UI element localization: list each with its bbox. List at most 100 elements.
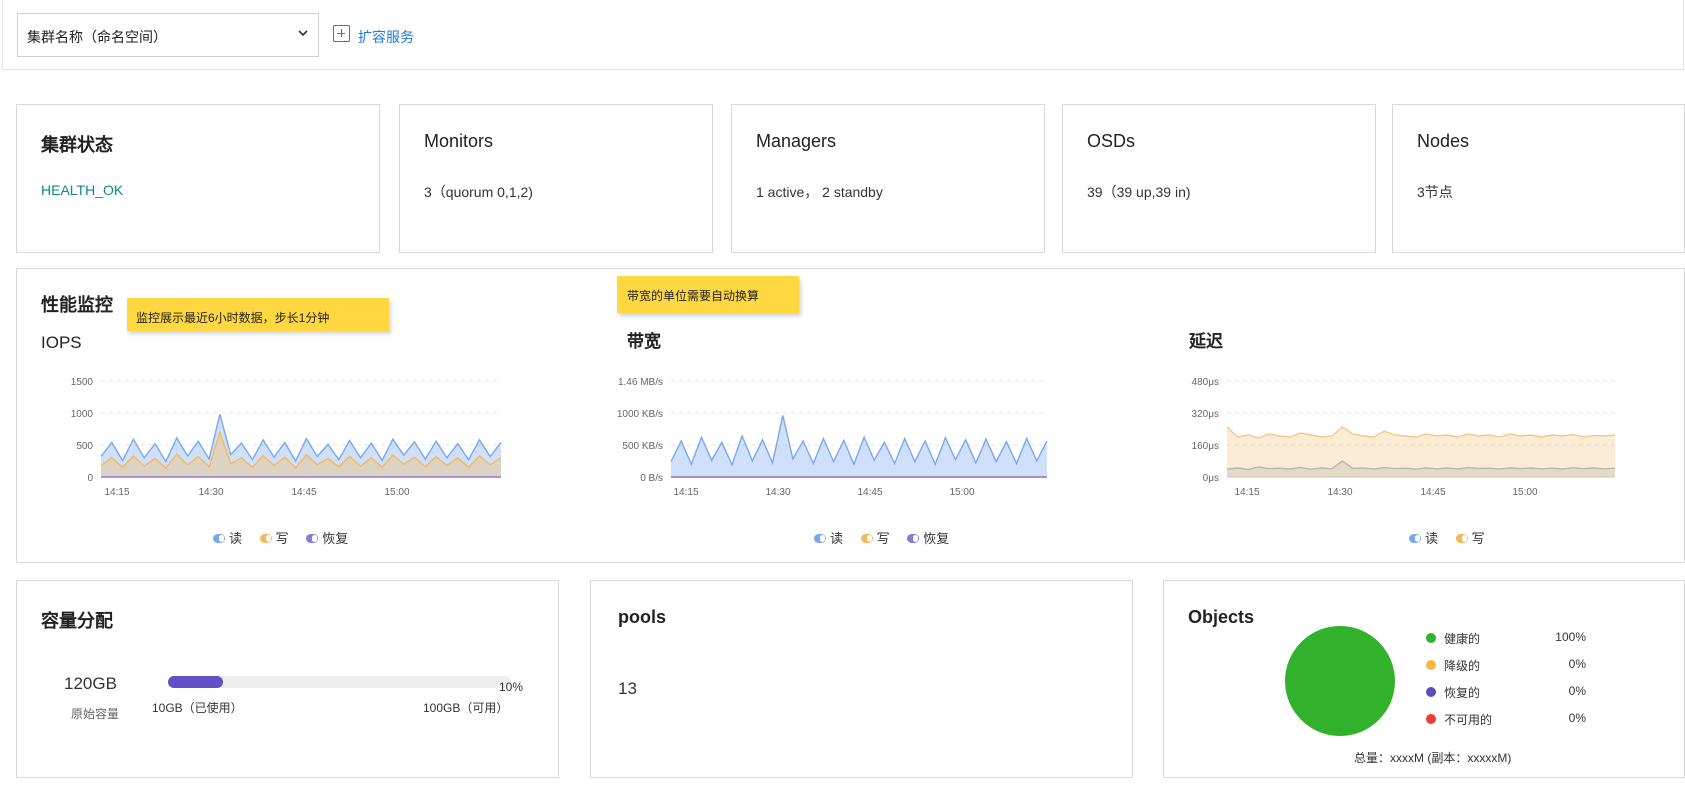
objects-title: Objects [1188,607,1255,627]
legend-item[interactable]: 恢复 [306,528,348,547]
capacity-used-label: 10GB（已使用） [152,701,243,715]
plus-square-icon [333,25,350,42]
sticky-note-text: 监控展示最近6小时数据，步长1分钟 [136,311,330,325]
objects-total: 总量：xxxxM (副本：xxxxxM) [1354,751,1512,765]
legend-item[interactable]: 恢复 [907,528,949,547]
capacity-available-label: 100GB（可用） [423,701,509,715]
capacity-title: 容量分配 [41,611,113,631]
pools-panel: pools 13 [590,580,1133,778]
chart-title-latency: 延迟 [1189,332,1223,351]
x-tick-label: 14:30 [765,487,790,498]
x-tick-label: 15:00 [1512,487,1537,498]
card-osds: OSDs 39（39 up,39 in) [1062,104,1376,253]
legend-write-icon [860,534,873,543]
legend-label: 不可用的 [1444,713,1493,727]
card-title: Monitors [424,131,494,151]
card-value: 3（quorum 0,1,2) [424,184,533,200]
expand-service-label: 扩容服务 [358,29,414,45]
legend-dot-icon [1426,714,1436,724]
y-tick-label: 0 [87,473,93,484]
bandwidth-legend: 读 写 恢复 [814,528,963,547]
sticky-note-monitor: 监控展示最近6小时数据，步长1分钟 [127,298,389,331]
legend-item[interactable]: 写 [1455,528,1485,547]
objects-legend: 健康的 100% 降级的 0% 恢复的 0% 不可用的 0% [1426,630,1586,738]
series-area [671,415,1047,477]
capacity-total-label: 原始容量 [71,707,120,721]
y-tick-label: 1000 KB/s [617,409,663,420]
card-managers: Managers 1 active， 2 standby [731,104,1045,253]
card-value: 1 active， 2 standby [756,184,883,200]
legend-row: 恢复的 0% [1426,684,1586,711]
y-tick-label: 500 KB/s [622,441,663,452]
card-monitors: Monitors 3（quorum 0,1,2) [399,104,713,253]
y-tick-label: 160μs [1192,441,1219,452]
x-tick-label: 15:00 [384,487,409,498]
legend-row: 不可用的 0% [1426,711,1586,738]
legend-row: 健康的 100% [1426,630,1586,657]
x-tick-label: 15:00 [949,487,974,498]
cluster-select-value: 集群名称（命名空间） [27,29,167,45]
legend-label: 写 [275,531,289,546]
series-area [1227,427,1615,477]
x-tick-label: 14:45 [291,487,316,498]
legend-item[interactable]: 读 [213,528,242,547]
x-tick-label: 14:45 [1420,487,1445,498]
legend-item[interactable]: 读 [814,528,843,547]
legend-label: 读 [1425,531,1439,546]
legend-item[interactable]: 读 [1409,528,1438,547]
chart-title-bandwidth: 带宽 [627,332,661,351]
legend-read-icon [814,534,826,543]
legend-label: 写 [876,531,890,546]
sticky-note-text: 带宽的单位需要自动换算 [627,289,760,303]
x-tick-label: 14:30 [198,487,223,498]
capacity-progress-fill [168,676,223,688]
card-nodes: Nodes 3节点 [1392,104,1685,253]
legend-item[interactable]: 写 [860,528,890,547]
card-cluster-status: 集群状态 HEALTH_OK [16,104,380,253]
card-value: 39（39 up,39 in) [1087,184,1191,200]
objects-panel: Objects 健康的 100% 降级的 0% 恢复的 0% 不可用的 0% 总量：xx… [1163,580,1685,778]
latency-chart: 480μs 320μs 160μs 0μs 14:15 14:30 14:45 15:00 [1192,377,1616,498]
capacity-progress-bar [168,676,511,688]
legend-dot-icon [1426,687,1436,697]
legend-write-icon [1455,534,1468,543]
legend-label: 健康的 [1444,632,1481,646]
legend-percent: 0% [1568,684,1586,698]
pie-slice-healthy [1285,626,1395,736]
legend-read-icon [1409,534,1421,543]
x-tick-label: 14:15 [104,487,129,498]
legend-percent: 0% [1568,657,1586,671]
capacity-percent: 10% [499,680,524,694]
legend-dot-icon [1426,660,1436,670]
legend-label: 写 [1471,531,1485,546]
y-tick-label: 0 B/s [640,473,663,484]
legend-label: 读 [229,531,243,546]
legend-recovery-icon [306,534,319,543]
cluster-select[interactable]: 集群名称（命名空间） [17,13,319,57]
card-title: 集群状态 [41,135,113,155]
legend-label: 恢复的 [1444,686,1481,700]
legend-read-icon [213,534,225,543]
card-value: 3节点 [1417,184,1453,200]
legend-dot-icon [1426,633,1436,643]
x-tick-label: 14:15 [673,487,698,498]
x-tick-label: 14:15 [1234,487,1259,498]
bandwidth-chart: 1.46 MB/s 1000 KB/s 500 KB/s 0 B/s 14:15 14:3… [617,377,1048,498]
legend-percent: 100% [1555,630,1586,644]
chart-title-iops: IOPS [41,333,82,352]
capacity-total: 120GB [64,674,117,693]
perf-title: 性能监控 [41,295,113,315]
capacity-panel: 容量分配 120GB 原始容量 10% 10GB（已使用） 100GB（可用） [16,580,559,778]
top-bar: 集群名称（命名空间） 扩容服务 [2,0,1684,70]
y-tick-label: 0μs [1203,473,1219,484]
legend-item[interactable]: 写 [259,528,289,547]
card-title: Nodes [1417,131,1470,151]
x-tick-label: 14:45 [857,487,882,498]
y-tick-label: 500 [76,441,93,452]
pools-count: 13 [618,679,637,698]
chevron-down-icon [298,30,308,37]
y-tick-label: 1500 [71,377,94,388]
pools-title: pools [618,607,666,627]
y-tick-label: 480μs [1192,377,1219,388]
y-tick-label: 1000 [71,409,94,420]
